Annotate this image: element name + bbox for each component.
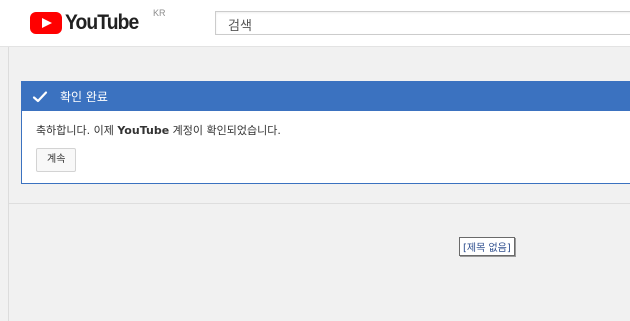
masthead: YouTube KR 검색 [0, 0, 630, 47]
continue-button[interactable]: 계속 [36, 148, 77, 172]
lower-area [9, 204, 630, 321]
verification-page: YouTube KR 검색 확인 완료 축하합니다. 이제 YouTube 계정… [0, 0, 630, 321]
message-suffix: 계정이 확인되었습니다. [169, 124, 281, 137]
alert-title: 확인 완료 [60, 90, 108, 104]
search-input[interactable]: 검색 [215, 11, 630, 35]
message-brand: YouTube [117, 124, 170, 137]
alert-message: 축하합니다. 이제 YouTube 계정이 확인되었습니다. [36, 122, 626, 140]
verification-alert: 확인 완료 축하합니다. 이제 YouTube 계정이 확인되었습니다. 계속 [21, 81, 630, 184]
message-prefix: 축하합니다. 이제 [36, 124, 118, 137]
youtube-logo[interactable]: YouTube KR [30, 8, 166, 36]
play-icon [30, 12, 62, 34]
country-code: KR [153, 8, 166, 18]
logo-text: YouTube [65, 11, 139, 34]
alert-body: 축하합니다. 이제 YouTube 계정이 확인되었습니다. 계속 [22, 111, 630, 172]
untitled-link[interactable]: [제목 없음] [459, 237, 515, 256]
check-icon [32, 89, 48, 105]
alert-header: 확인 완료 [22, 82, 630, 111]
search-placeholder: 검색 [228, 19, 252, 34]
